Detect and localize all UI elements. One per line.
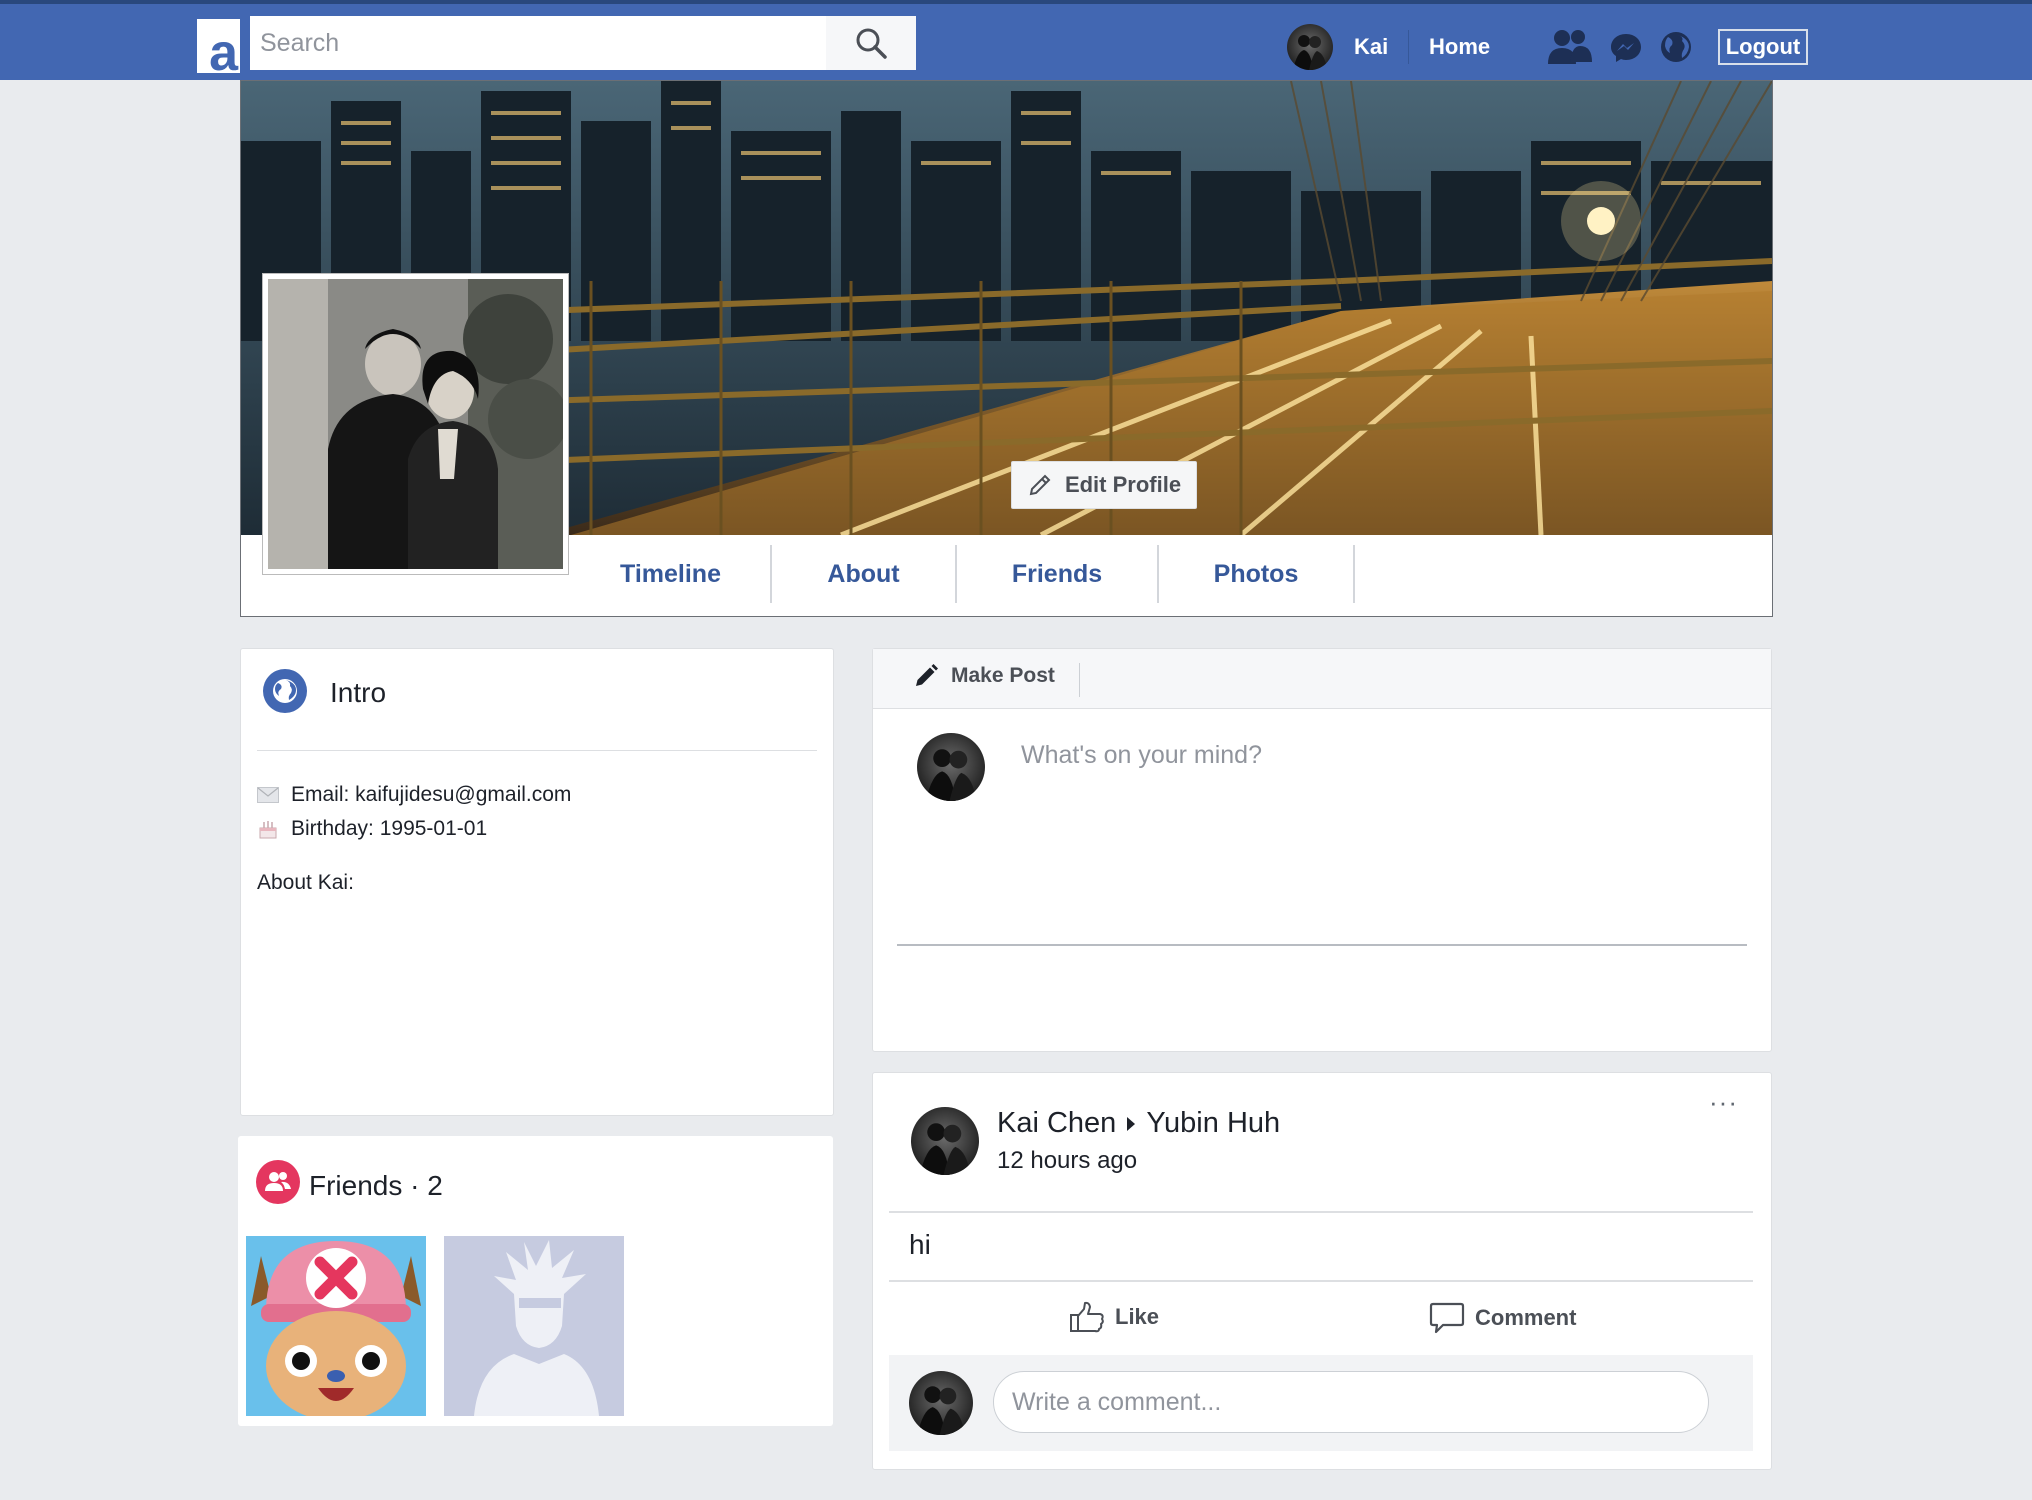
comment-label: Comment <box>1475 1305 1577 1330</box>
like-label: Like <box>1115 1304 1160 1329</box>
cake-icon <box>259 821 277 839</box>
make-post-label: Make Post <box>951 664 1055 687</box>
make-post-header: Make Post <box>873 649 1771 709</box>
make-post-card: Make Post <box>872 648 1772 1052</box>
nav-user-avatar[interactable] <box>1287 24 1333 70</box>
intro-birthday-row: Birthday: 1995-01-01 <box>257 817 487 841</box>
pencil-icon <box>916 664 938 686</box>
composer-avatar <box>917 733 985 801</box>
like-button[interactable]: Like <box>1069 1301 1159 1333</box>
comment-button[interactable]: Comment <box>1429 1301 1576 1335</box>
nav-home-link[interactable]: Home <box>1429 34 1490 60</box>
tab-friends[interactable]: Friends <box>957 545 1159 603</box>
profile-tabs: Timeline About Friends Photos <box>571 545 1355 609</box>
intro-birthday: Birthday: 1995-01-01 <box>291 817 488 840</box>
comment-input[interactable] <box>993 1371 1709 1433</box>
profile-picture[interactable] <box>262 273 569 575</box>
intro-title: Intro <box>330 677 387 708</box>
post-divider <box>889 1211 1753 1213</box>
post-author-name[interactable]: Kai Chen <box>997 1107 1116 1140</box>
top-navigation-bar: a Kai Home Logout <box>0 0 2032 80</box>
tab-photos[interactable]: Photos <box>1159 545 1355 603</box>
friend-thumbnail[interactable] <box>246 1236 426 1416</box>
post-author-line: Kai Chen Yubin Huh <box>997 1107 1280 1140</box>
composer-divider <box>897 944 1747 946</box>
post-recipient-name[interactable]: Yubin Huh <box>1146 1107 1280 1140</box>
intro-about-label: About Kai: <box>257 871 354 894</box>
comment-composer <box>889 1355 1753 1451</box>
post-author-avatar[interactable] <box>911 1107 979 1175</box>
friends-title: Friends · 2 <box>309 1170 443 1201</box>
make-post-divider <box>1079 663 1080 697</box>
caret-right-icon <box>1127 1116 1136 1131</box>
friends-icon[interactable] <box>1548 28 1592 66</box>
search-input[interactable] <box>250 16 826 70</box>
friends-card: Friends · 2 <box>238 1136 833 1426</box>
edit-profile-button[interactable]: Edit Profile <box>1011 461 1197 509</box>
edit-profile-label: Edit Profile <box>1064 472 1182 497</box>
profile-header: Edit Profile Timeline About Friends Phot… <box>240 80 1773 617</box>
friend-thumbnail[interactable] <box>444 1236 624 1416</box>
intro-email-row: Email: kaifujidesu@gmail.com <box>257 783 571 807</box>
friends-icon <box>256 1160 300 1204</box>
pencil-icon <box>1029 474 1051 496</box>
nav-divider <box>1408 30 1409 64</box>
search-button[interactable] <box>826 16 916 70</box>
tab-about[interactable]: About <box>772 545 957 603</box>
intro-card: Intro Email: kaifujidesu@gmail.com Birth… <box>240 648 834 1116</box>
post-divider <box>889 1280 1753 1282</box>
nav-user-name[interactable]: Kai <box>1354 34 1388 60</box>
search-icon <box>856 28 887 59</box>
site-logo[interactable]: a <box>197 19 240 73</box>
intro-email: Email: kaifujidesu@gmail.com <box>291 783 572 806</box>
post-composer-input[interactable] <box>1021 741 1741 941</box>
messenger-icon[interactable] <box>1610 32 1642 64</box>
tab-timeline[interactable]: Timeline <box>571 545 772 603</box>
post-timestamp[interactable]: 12 hours ago <box>997 1147 1137 1175</box>
envelope-icon <box>257 787 279 803</box>
thumbs-up-icon <box>1070 1301 1104 1333</box>
commenter-avatar <box>909 1371 973 1435</box>
logout-button[interactable]: Logout <box>1718 29 1808 65</box>
post-card: Kai Chen Yubin Huh 12 hours ago ··· hi L… <box>872 1072 1772 1470</box>
intro-divider <box>257 750 817 751</box>
comment-icon <box>1429 1302 1465 1334</box>
post-options-button[interactable]: ··· <box>1709 1087 1738 1118</box>
make-post-tab[interactable]: Make Post <box>913 663 1055 689</box>
post-body-text: hi <box>909 1229 931 1260</box>
globe-icon <box>263 669 307 713</box>
globe-icon[interactable] <box>1660 31 1692 63</box>
